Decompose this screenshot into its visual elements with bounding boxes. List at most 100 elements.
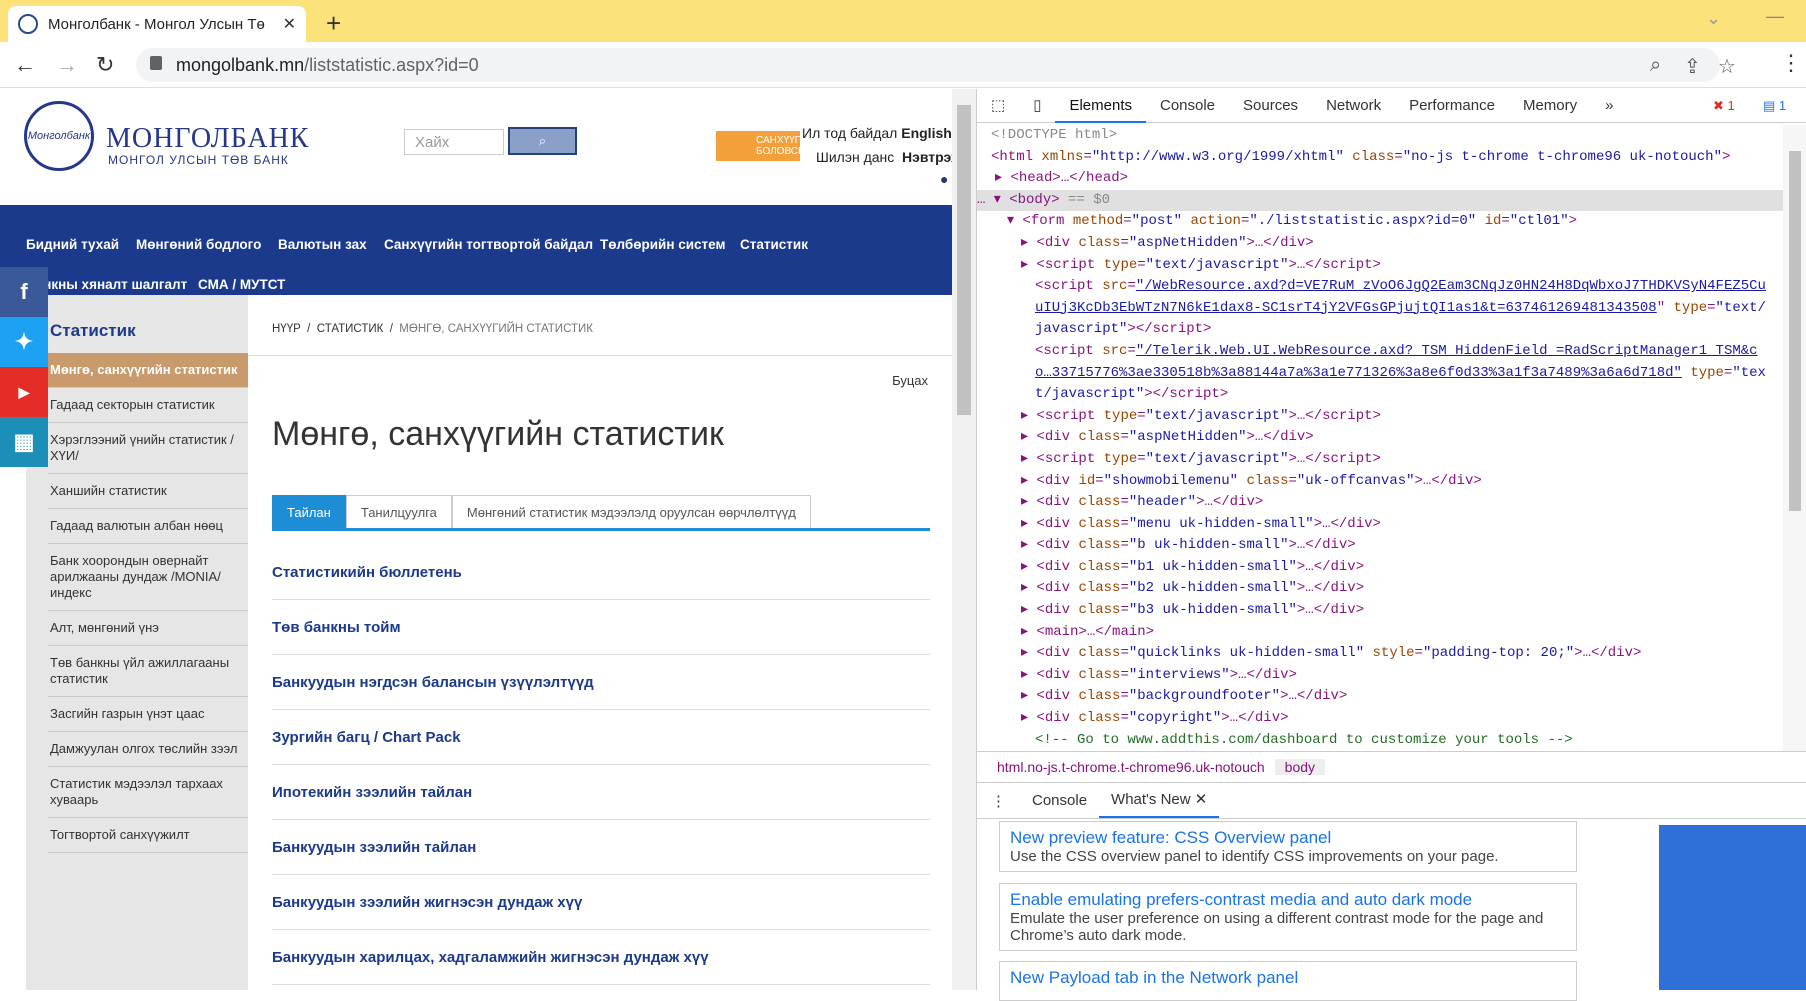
transparency-link[interactable]: Ил тод байдал <box>802 125 897 141</box>
list-item[interactable]: Статистикийн бюллетень <box>272 545 930 600</box>
news-card[interactable]: New preview feature: CSS Overview panel U… <box>999 821 1577 872</box>
facebook-icon[interactable]: f <box>0 267 48 317</box>
logo-emblem: Монголбанк <box>24 101 94 171</box>
main-content: НҮҮР / СТАТИСТИК / МӨНГӨ, САНХҮҮГИЙН СТА… <box>248 295 952 990</box>
url-path: /liststatistic.aspx?id=0 <box>304 54 479 75</box>
sidebar-item[interactable]: Алт, мөнгөний үнэ <box>48 611 248 646</box>
menu-fx-market[interactable]: Валютын зах <box>278 237 367 252</box>
tab-intro[interactable]: Танилцуулга <box>345 495 452 528</box>
dom-breadcrumb: html.no-js.t-chrome.t-chrome96.uk-notouc… <box>977 751 1806 783</box>
tab-console[interactable]: Console <box>1146 89 1229 123</box>
device-toolbar-icon[interactable]: ▯ <box>1019 89 1055 123</box>
sidebar-item[interactable]: Хэрэглээний үнийн статистик /ХҮИ/ <box>48 423 248 474</box>
drawer-tab-console[interactable]: Console <box>1020 792 1099 809</box>
logo-title: МОНГОЛБАНК <box>106 123 310 154</box>
list-item[interactable]: Банкуудын харилцах, хадгаламжийн жигнэсэ… <box>272 930 930 985</box>
sidebar-item[interactable]: Мөнгө, санхүүгийн статистик <box>46 353 248 388</box>
sidebar-item[interactable]: Гадаад валютын албан нөөц <box>48 509 248 544</box>
dom-scrollbar[interactable] <box>1783 125 1806 751</box>
close-tab-icon[interactable]: ✕ <box>283 14 296 34</box>
search-button[interactable]: ⌕ <box>508 127 577 155</box>
crumb-html[interactable]: html.no-js.t-chrome.t-chrome96.uk-notouc… <box>987 759 1275 775</box>
error-count[interactable]: ✖ 1 <box>1713 98 1735 114</box>
twitter-icon[interactable]: ✦ <box>0 317 48 367</box>
tab-memory[interactable]: Memory <box>1509 89 1591 123</box>
whats-new-illustration <box>1659 825 1806 990</box>
menu-sma[interactable]: СМА / МУТСТ <box>198 277 285 292</box>
menu-payment-system[interactable]: Төлбөрийн систем <box>600 237 725 252</box>
menu-statistics[interactable]: Статистик <box>740 237 808 252</box>
url-host: mongolbank.mn <box>176 54 305 75</box>
crumb-current: МӨНГӨ, САНХҮҮГИЙН СТАТИСТИК <box>399 323 593 335</box>
tab-search-icon[interactable]: ⌄ <box>1706 8 1721 29</box>
forward-icon[interactable]: → <box>56 52 78 78</box>
list-item[interactable]: Банкуудын нэгдсэн балансын үзүүлэлтүүд <box>272 655 930 710</box>
sidebar-item[interactable]: Засгийн газрын үнэт цаас <box>48 697 248 732</box>
list-item[interactable]: Ипотекийн зээлийн тайлан <box>272 765 930 820</box>
favicon-icon <box>18 14 38 34</box>
sidebar-item[interactable]: Дамжуулан олгох төслийн зээл <box>48 732 248 767</box>
menu-monetary-policy[interactable]: Мөнгөний бодлого <box>136 237 261 252</box>
news-card[interactable]: Enable emulating prefers-contrast media … <box>999 883 1577 951</box>
close-icon[interactable]: ✕ <box>1195 791 1208 808</box>
menu-bank-supervision[interactable]: Банкны хяналт шалгалт <box>26 277 187 292</box>
scrollbar-thumb[interactable] <box>957 105 971 415</box>
account-link[interactable]: Шилэн данс <box>816 149 894 165</box>
menu-about[interactable]: Бидний тухай <box>26 237 119 252</box>
crumb-home[interactable]: НҮҮР <box>272 323 301 335</box>
menu-financial-stability[interactable]: Санхүүгийн тогтвортой байдал <box>384 237 593 252</box>
main-menu: Бидний тухай Мөнгөний бодлого Валютын за… <box>0 205 976 295</box>
tab-network[interactable]: Network <box>1312 89 1395 123</box>
new-tab-icon[interactable]: + <box>326 8 341 39</box>
list-item[interactable]: Төв банкны тойм <box>272 600 930 655</box>
tab-sources[interactable]: Sources <box>1229 89 1312 123</box>
page-title: Мөнгө, санхүүгийн статистик <box>272 415 724 453</box>
dom-tree[interactable]: <!DOCTYPE html> <html xmlns="http://www.… <box>977 125 1783 751</box>
search-input[interactable]: Хайх <box>404 129 504 155</box>
share-icon[interactable]: ⇪ <box>1684 54 1701 79</box>
more-tabs-icon[interactable]: » <box>1591 89 1627 123</box>
tab-performance[interactable]: Performance <box>1395 89 1509 123</box>
inspect-icon[interactable]: ⬚ <box>977 89 1019 123</box>
crumb-body[interactable]: body <box>1274 759 1326 775</box>
english-link[interactable]: English <box>901 125 952 141</box>
sidebar-item[interactable]: Төв банкны үйл ажиллагааны статистик <box>48 646 248 697</box>
list-item[interactable]: Зургийн багц / Chart Pack <box>272 710 930 765</box>
finance-education-badge[interactable]: САНХҮҮГИЙН БОЛОВСРОЛ <box>716 131 822 161</box>
sidebar-item[interactable]: Ханшийн статистик <box>48 474 248 509</box>
sidebar-item[interactable]: Банк хоорондын овернайт арилжааны дундаж… <box>48 544 248 611</box>
login-link[interactable]: Нэвтрэх <box>902 149 959 165</box>
sidebar-item[interactable]: Статистик мэдээлэл тархаах хуваарь <box>48 767 248 818</box>
list-item[interactable]: Банкуудын зээлийн тайлан <box>272 820 930 875</box>
crumb-statistics[interactable]: СТАТИСТИК <box>317 323 384 335</box>
reload-icon[interactable]: ↻ <box>96 52 114 78</box>
sidebar-item[interactable]: Гадаад секторын статистик <box>48 388 248 423</box>
tab-elements[interactable]: Elements <box>1055 89 1146 123</box>
drawer-tab-whats-new[interactable]: What's New ✕ <box>1099 784 1220 818</box>
tab-report[interactable]: Тайлан <box>272 495 346 528</box>
user-icon[interactable]: ● <box>940 171 948 187</box>
news-card[interactable]: New Payload tab in the Network panel <box>999 961 1577 1001</box>
calculator-icon[interactable]: ▦ <box>0 417 48 467</box>
youtube-icon[interactable]: ▶ <box>0 367 48 417</box>
sidebar-item[interactable]: Тогтвортой санхүүжилт <box>48 818 248 853</box>
lock-icon <box>150 56 162 70</box>
scrollbar-thumb[interactable] <box>1789 151 1801 511</box>
bookmark-star-icon[interactable]: ☆ <box>1718 54 1736 79</box>
back-link[interactable]: Буцах <box>892 373 928 388</box>
drawer-menu-icon[interactable]: ⋮ <box>977 792 1020 810</box>
address-bar[interactable]: mongolbank.mn/liststatistic.aspx?id=0 ⌕ … <box>136 48 1736 82</box>
website: Монголбанк МОНГОЛБАНК МОНГОЛ УЛСЫН ТӨВ Б… <box>0 89 976 990</box>
whats-new-panel: New preview feature: CSS Overview panel U… <box>977 819 1806 1001</box>
list-item[interactable]: Банкуудын зээлийн жигнэсэн дундаж хүү <box>272 875 930 930</box>
back-icon[interactable]: ← <box>14 52 36 78</box>
tab-changes[interactable]: Мөнгөний статистик мэдээлэлд оруулсан өө… <box>451 495 811 528</box>
browser-tab[interactable]: Монголбанк - Монгол Улсын Тө ✕ <box>8 6 306 42</box>
message-count[interactable]: ▤ 1 <box>1763 98 1786 114</box>
minimize-icon[interactable]: — <box>1766 6 1784 27</box>
page-scrollbar[interactable] <box>952 89 976 990</box>
drawer-tabbar: ⋮ Console What's New ✕ <box>977 783 1806 819</box>
zoom-icon[interactable]: ⌕ <box>1650 54 1661 77</box>
menu-icon[interactable]: ⋮ <box>1780 50 1802 76</box>
content-tabs: Тайлан Танилцуулга Мөнгөний статистик мэ… <box>272 495 930 531</box>
